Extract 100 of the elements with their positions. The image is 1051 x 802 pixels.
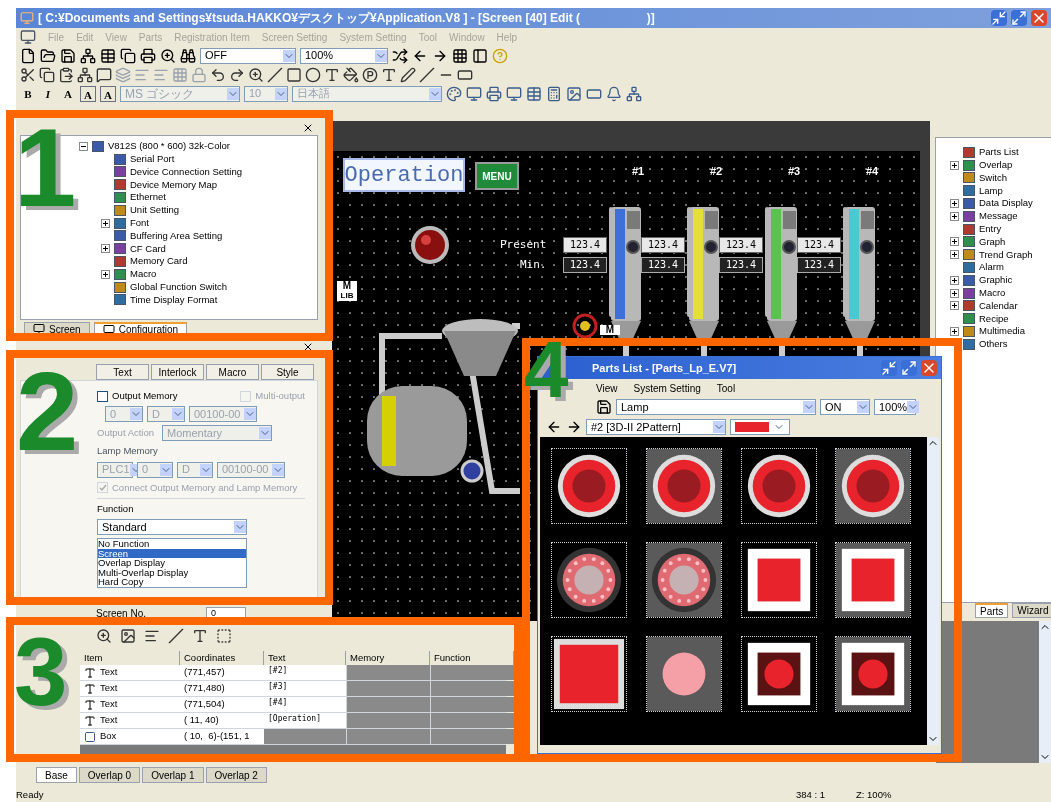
lamp-part-drawing[interactable] <box>551 542 627 618</box>
tree-item[interactable]: Unit Setting <box>130 203 180 218</box>
tree-item[interactable]: Memory Card <box>130 254 188 269</box>
state-select[interactable]: ON <box>820 399 870 415</box>
redo-icon[interactable] <box>229 66 245 83</box>
message-icon[interactable] <box>96 66 112 83</box>
lamp-part-drawing[interactable] <box>835 542 912 618</box>
tree-item[interactable]: Font <box>130 216 149 231</box>
menu-item[interactable]: View <box>596 380 618 396</box>
tree-item[interactable]: Ethernet <box>130 190 166 205</box>
tree-item[interactable]: Lamp <box>979 183 1003 198</box>
rectangle-icon[interactable] <box>286 66 302 83</box>
calculator-icon[interactable] <box>546 85 562 102</box>
tree-item[interactable]: Message <box>979 209 1018 224</box>
cut-icon[interactable] <box>20 66 36 83</box>
menu-item[interactable]: System Setting <box>633 380 701 396</box>
checkbox[interactable] <box>97 390 108 402</box>
format-button[interactable]: A <box>60 85 76 102</box>
format-button[interactable]: B <box>20 85 36 102</box>
tree-item[interactable]: Global Function Switch <box>130 280 228 295</box>
layer-tab[interactable]: Base <box>36 767 77 783</box>
format-button[interactable]: A <box>100 85 116 102</box>
zoom-icon[interactable] <box>160 47 176 64</box>
minimize-icon[interactable] <box>881 360 897 376</box>
list-option[interactable]: Hard Copy <box>98 577 246 587</box>
copy-icon[interactable] <box>120 47 136 64</box>
grid-icon[interactable] <box>452 47 468 64</box>
circle-icon[interactable] <box>305 66 321 83</box>
menu-button[interactable]: MENU <box>475 162 519 190</box>
tree-item[interactable]: Alarm <box>979 260 1004 275</box>
layer-tab[interactable]: Overlap 2 <box>205 767 267 783</box>
tree-item[interactable]: Parts List <box>979 145 1019 160</box>
tree-item[interactable]: Macro <box>979 286 1006 301</box>
expand-toggle-icon[interactable] <box>950 327 959 337</box>
color-select[interactable] <box>730 419 790 435</box>
property-tab[interactable]: Style <box>261 364 314 380</box>
pattern-select[interactable]: #2 [3D-II 2Pattern] <box>586 419 726 435</box>
panel-tab[interactable]: Parts <box>975 603 1009 618</box>
list-option[interactable]: Multi-Overlap Display <box>98 567 246 577</box>
panel-icon[interactable] <box>472 47 488 64</box>
line-icon[interactable] <box>267 66 283 83</box>
close-icon[interactable] <box>302 341 314 353</box>
format-button[interactable]: I <box>40 85 56 102</box>
tree-item[interactable]: Others <box>979 337 1008 352</box>
expand-toggle-icon[interactable] <box>950 237 959 247</box>
tree-item[interactable]: Graphic <box>979 273 1013 288</box>
function-select[interactable]: Standard <box>97 519 247 535</box>
fill-icon[interactable] <box>343 66 359 83</box>
expand-toggle-icon[interactable] <box>950 275 959 285</box>
tree-item[interactable]: Serial Port <box>130 152 175 167</box>
property-tab[interactable]: Interlock <box>151 364 204 380</box>
expand-toggle-icon[interactable] <box>950 160 959 170</box>
lamp-part-drawing[interactable] <box>645 636 722 712</box>
tree-item[interactable]: Time Display Format <box>130 292 218 308</box>
save-icon[interactable] <box>596 399 612 415</box>
undo-icon[interactable] <box>210 66 226 83</box>
tree-item[interactable]: Buffering Area Setting <box>130 228 223 244</box>
tree-item[interactable]: Data Display <box>979 196 1033 211</box>
new-file-icon[interactable] <box>20 47 36 64</box>
maximize-icon[interactable] <box>901 360 917 376</box>
lamp-part-drawing[interactable] <box>645 542 722 618</box>
tree-item[interactable]: Macro <box>130 267 157 282</box>
property-tab[interactable]: Macro <box>206 364 259 380</box>
tree-item[interactable]: Device Memory Map <box>130 177 218 192</box>
line-icon[interactable] <box>168 628 184 644</box>
menu-item[interactable]: Tool <box>716 380 736 396</box>
lamp-part-drawing[interactable] <box>835 636 912 712</box>
expand-toggle-icon[interactable] <box>79 141 88 151</box>
tree-item[interactable]: Switch <box>979 170 1007 186</box>
binoculars-icon[interactable] <box>180 47 196 64</box>
lamp-part-drawing[interactable] <box>740 542 817 618</box>
expand-toggle-icon[interactable] <box>950 211 959 221</box>
network-icon[interactable] <box>80 47 96 64</box>
list-option[interactable]: No Function <box>98 539 246 549</box>
palette-icon[interactable] <box>446 85 462 102</box>
operation-title[interactable]: Operation <box>343 158 465 192</box>
zoom-icon[interactable] <box>248 66 264 83</box>
tree-item[interactable]: Multimedia <box>979 324 1025 339</box>
close-icon[interactable] <box>302 122 314 134</box>
text-tool-icon[interactable] <box>324 66 340 83</box>
copy-icon[interactable] <box>39 66 55 83</box>
arrows-icon[interactable] <box>392 47 408 64</box>
layer-tab[interactable]: Overlap 1 <box>142 767 204 783</box>
restore-icon[interactable] <box>1011 10 1027 26</box>
screen-icon[interactable] <box>466 85 482 102</box>
image-icon[interactable] <box>120 628 136 644</box>
function-list[interactable]: No Function Screen Overlap Display Multi-Overlap Display Hard Copy <box>97 538 247 588</box>
font-icon[interactable] <box>192 628 208 644</box>
list-option[interactable]: Overlap Display <box>98 558 246 568</box>
paste-icon[interactable] <box>58 66 74 83</box>
printer-icon[interactable] <box>486 85 502 102</box>
frame-icon[interactable] <box>216 628 232 644</box>
layer-tab[interactable]: Overlap 0 <box>78 767 141 783</box>
tree-item[interactable]: Calendar <box>979 298 1018 314</box>
expand-toggle-icon[interactable] <box>950 250 959 260</box>
lamp-part-drawing[interactable] <box>551 636 627 712</box>
lamp-part-drawing[interactable] <box>740 448 817 524</box>
zoom-select[interactable]: 100% <box>874 399 916 415</box>
tree-item[interactable]: V812S (800 * 600) 32k-Color <box>108 139 230 154</box>
parking-circle-icon[interactable] <box>362 66 378 83</box>
